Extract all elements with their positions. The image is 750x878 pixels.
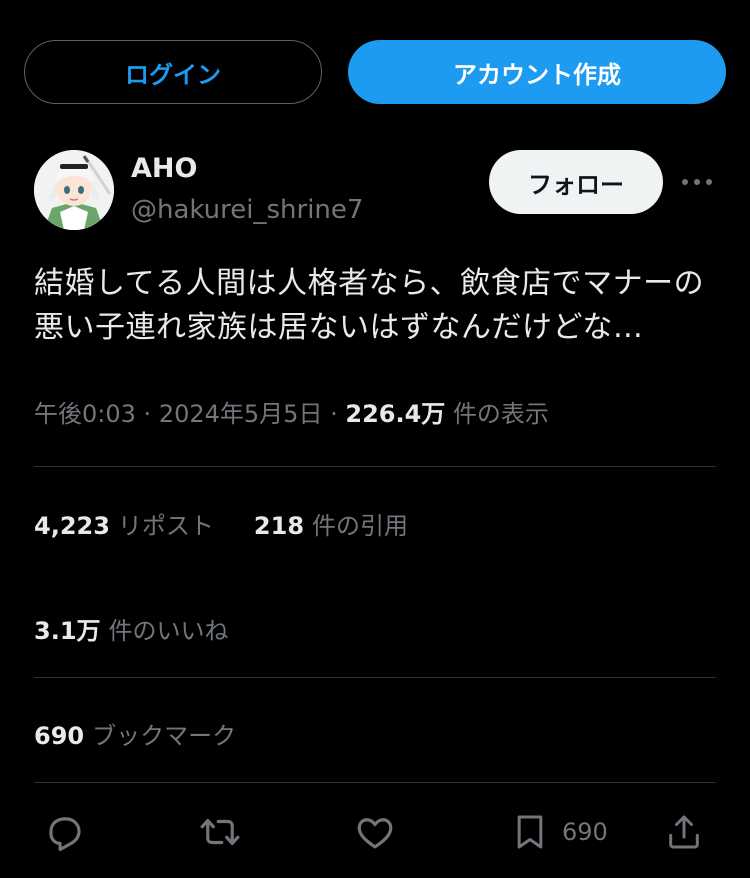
views-count: 226.4万 [345,400,446,428]
quotes-label: 件の引用 [312,512,409,540]
share-icon [669,815,699,849]
meta-separator: · [330,400,338,428]
more-dots-icon [682,179,712,185]
share-button[interactable] [664,810,704,854]
action-bar: 690 [0,800,750,864]
bookmark-icon [517,815,543,849]
bookmarks-stat[interactable]: 690 ブックマーク [34,716,236,751]
likes-stat[interactable]: 3.1万 件のいいね [34,611,229,646]
divider [34,466,716,467]
likes-count: 3.1万 [34,617,101,645]
avatar[interactable] [34,150,114,230]
create-account-button[interactable]: アカウント作成 [348,40,726,104]
reposts-label: リポスト [117,512,214,540]
bookmarks-label: ブックマーク [92,722,237,750]
divider [34,782,716,783]
avatar-illustration [34,150,114,230]
login-button[interactable]: ログイン [24,40,322,104]
quotes-stat[interactable]: 218 件の引用 [254,512,408,540]
heart-icon [357,818,393,849]
follow-button[interactable]: フォロー [489,150,663,214]
views-label: 件の表示 [452,400,549,428]
meta-separator: · [143,400,152,428]
likes-label: 件のいいね [108,617,229,645]
divider [34,677,716,678]
auth-buttons: ログイン アカウント作成 [24,40,726,104]
like-button[interactable] [354,810,396,854]
repost-icon [200,819,240,845]
reply-icon [49,817,81,852]
more-icon[interactable] [680,170,714,194]
repost-button[interactable] [198,810,242,854]
tweet-meta: 午後0:03 · 2024年5月5日 · 226.4万 件の表示 [34,394,549,429]
reply-button[interactable] [44,810,86,854]
tweet-text: 結婚してる人間は人格者なら、飲食店でマナーの悪い子連れ家族は居ないはずなんだけど… [34,266,705,345]
stats-row-reposts-quotes: 4,223 リポスト 218 件の引用 [34,506,408,541]
quotes-count: 218 [253,512,305,540]
reposts-stat[interactable]: 4,223 リポスト [34,512,214,540]
user-handle[interactable]: @hakurei_shrine7 [131,195,363,225]
tweet-date[interactable]: 2024年5月5日 [159,400,323,428]
reposts-count: 4,223 [34,512,110,540]
bookmark-action-count: 690 [562,818,608,846]
tweet-time[interactable]: 午後0:03 [34,400,136,428]
bookmark-button[interactable]: 690 [510,810,608,854]
display-name[interactable]: AHO [131,153,197,184]
bookmarks-count: 690 [34,722,85,750]
